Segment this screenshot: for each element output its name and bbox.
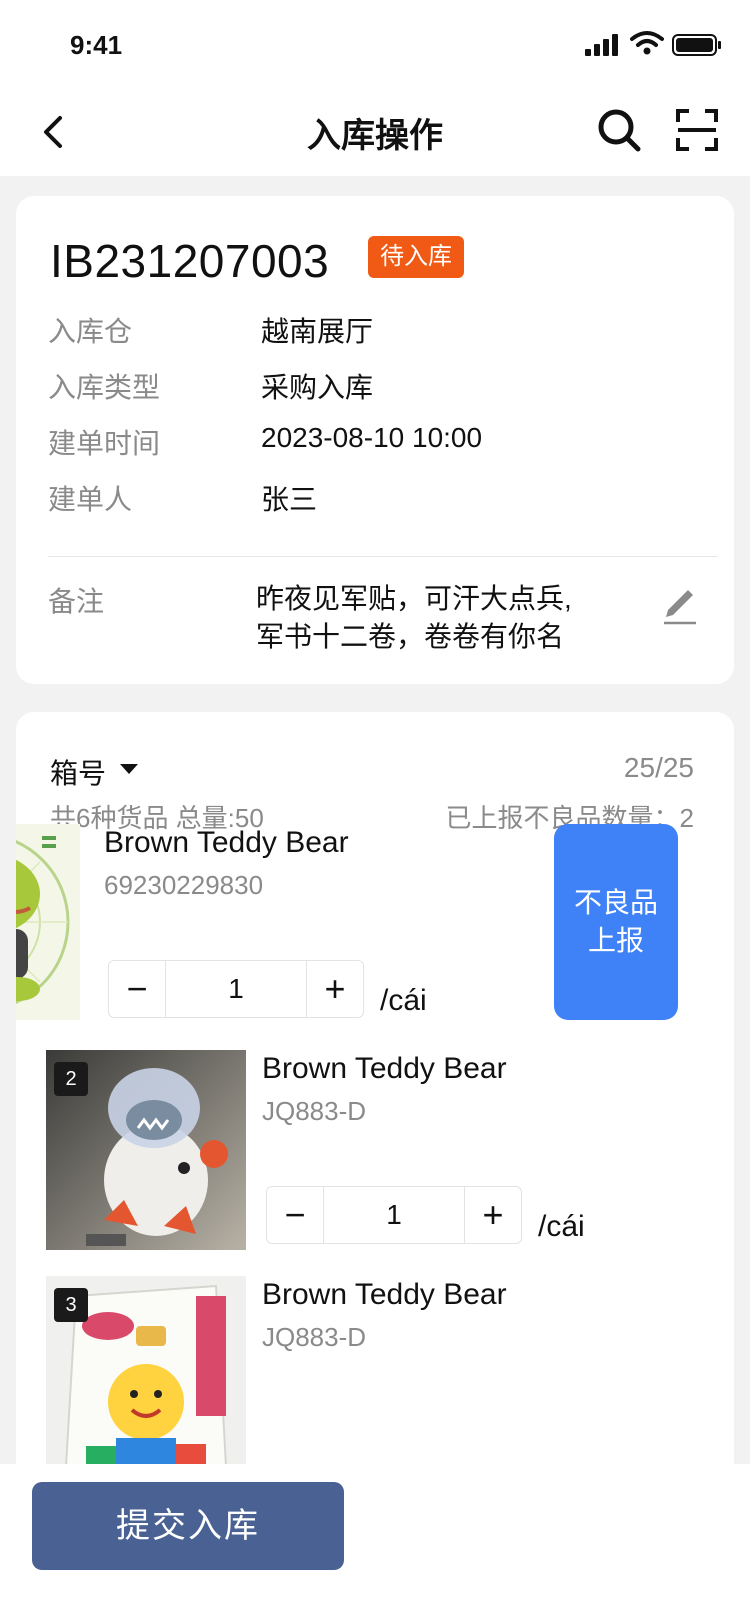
inbound-type-label: 入库类型 xyxy=(48,372,161,403)
divider xyxy=(48,556,718,557)
report-defect-button[interactable]: 不良品 上报 xyxy=(554,824,678,1020)
product-name: Brown Teddy Bear xyxy=(104,826,349,859)
unit-label: /cái xyxy=(538,1210,585,1243)
battery-icon xyxy=(672,34,721,56)
product-image: 2 xyxy=(46,1050,246,1250)
item-index-badge: 3 xyxy=(54,1288,88,1322)
search-icon[interactable] xyxy=(595,106,643,154)
cellular-signal-icon xyxy=(585,34,618,56)
list-item[interactable]: 3 Brown Teddy Bear JQ883-D xyxy=(16,1276,734,1476)
unit-label: /cái xyxy=(380,984,427,1017)
report-defect-label: 上报 xyxy=(587,925,644,956)
order-number: IB231207003 xyxy=(50,235,330,287)
box-number-dropdown[interactable]: 箱号 xyxy=(50,752,106,792)
product-image xyxy=(16,824,80,1020)
creator-label: 建单人 xyxy=(48,484,133,515)
status-badge: 待入库 xyxy=(368,236,464,278)
scan-icon[interactable] xyxy=(676,108,718,152)
submit-inbound-button[interactable]: 提交入库 xyxy=(32,1482,344,1570)
edit-pencil-icon[interactable] xyxy=(660,580,700,626)
quantity-input[interactable]: 1 xyxy=(323,1187,465,1243)
warehouse-label: 入库仓 xyxy=(48,316,133,347)
report-defect-label: 不良品 xyxy=(573,887,658,918)
quantity-stepper: − 1 + xyxy=(108,960,364,1018)
remark-label: 备注 xyxy=(48,586,105,617)
increase-button[interactable]: + xyxy=(465,1187,521,1243)
status-bar: 9:41 xyxy=(0,0,750,88)
product-name: Brown Teddy Bear xyxy=(262,1278,507,1311)
remark-line: 军书十二卷，卷卷有你名 xyxy=(256,621,565,652)
increase-button[interactable]: + xyxy=(307,961,363,1017)
remark-text: 昨夜见军贴，可汗大点兵, 军书十二卷，卷卷有你名 xyxy=(256,580,616,656)
remark-line: 昨夜见军贴，可汗大点兵, xyxy=(256,583,572,614)
quantity-stepper: − 1 + xyxy=(266,1186,522,1244)
product-code: JQ883-D xyxy=(262,1096,367,1126)
bottom-action-bar: 提交入库 xyxy=(0,1464,750,1624)
decrease-button[interactable]: − xyxy=(267,1187,323,1243)
quantity-input[interactable]: 1 xyxy=(165,961,307,1017)
created-time-label: 建单时间 xyxy=(48,428,161,459)
decrease-button[interactable]: − xyxy=(109,961,165,1017)
toy-figure-image xyxy=(16,824,80,1020)
list-item[interactable]: Brown Teddy Bear 69230229830 − 1 + /cái … xyxy=(16,824,734,1024)
box-count: 25/25 xyxy=(623,752,694,783)
product-code: 69230229830 xyxy=(104,870,264,900)
nav-bar: 入库操作 xyxy=(0,88,750,176)
product-name: Brown Teddy Bear xyxy=(262,1052,507,1085)
wifi-icon xyxy=(630,31,664,55)
creator-value: 张三 xyxy=(261,484,318,515)
status-time: 9:41 xyxy=(70,30,123,60)
created-time-value: 2023-08-10 10:00 xyxy=(261,422,483,453)
list-item[interactable]: 2 Brown Teddy Bear JQ883-D − 1 + /cái xyxy=(16,1050,734,1250)
product-image: 3 xyxy=(46,1276,246,1476)
product-code: JQ883-D xyxy=(262,1322,367,1352)
warehouse-value: 越南展厅 xyxy=(261,316,374,347)
caret-down-icon[interactable] xyxy=(120,764,138,774)
order-info-card: IB231207003 待入库 入库仓 越南展厅 入库类型 采购入库 建单时间 … xyxy=(16,196,734,684)
item-index-badge: 2 xyxy=(54,1062,88,1096)
inbound-type-value: 采购入库 xyxy=(261,372,374,403)
